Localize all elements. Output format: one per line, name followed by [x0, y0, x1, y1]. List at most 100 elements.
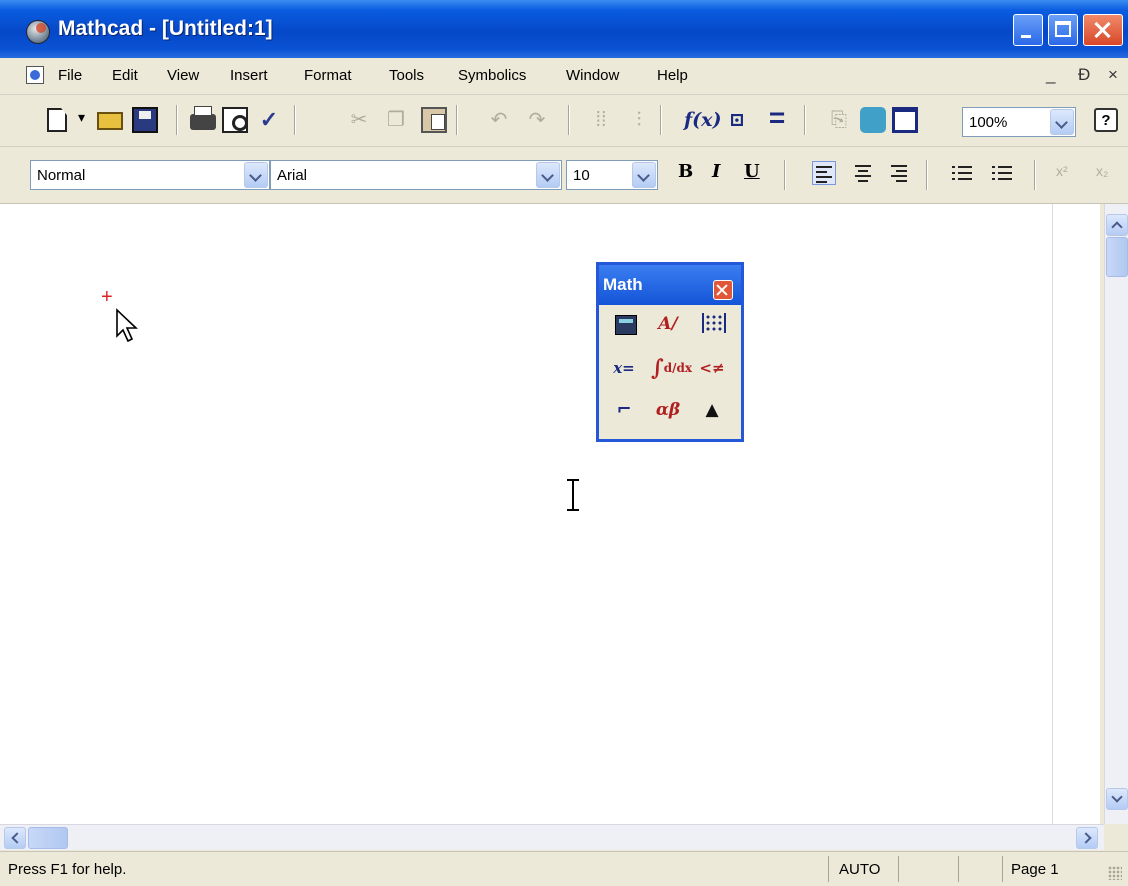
calculus-toolbar-icon[interactable]: ∫d/dx [651, 351, 692, 385]
menu-tools[interactable]: Tools [389, 67, 424, 84]
align-across-icon[interactable]: ⁞⁞ [588, 107, 614, 133]
mathcad-app-icon[interactable] [26, 20, 50, 44]
resize-grip-icon[interactable] [1108, 866, 1122, 880]
superscript-button[interactable]: x² [1056, 163, 1068, 179]
mathcad-window: Mathcad - [Untitled:1] File Edit View In… [0, 0, 1128, 886]
doc-restore-button[interactable]: Ɖ [1078, 65, 1090, 85]
math-palette-close-button[interactable] [713, 280, 733, 300]
matrix-toolbar-icon[interactable] [695, 307, 729, 341]
font-value: Arial [277, 167, 308, 184]
text-ibeam-cursor-icon [567, 479, 579, 511]
align-left-icon[interactable] [812, 161, 836, 185]
align-down-icon[interactable]: ⫶ [626, 107, 652, 133]
font-select[interactable]: Arial [270, 160, 562, 190]
chevron-down-icon[interactable] [632, 162, 656, 188]
chevron-down-icon[interactable] [244, 162, 268, 188]
doc-close-button[interactable]: × [1108, 65, 1118, 85]
insert-function-icon[interactable]: f(x) [684, 107, 721, 133]
minimize-button[interactable] [1013, 14, 1043, 46]
undo-icon[interactable]: ↶ [486, 107, 512, 133]
doc-minimize-button[interactable]: _ [1046, 65, 1055, 85]
math-palette-title: Math [603, 275, 643, 294]
open-folder-icon[interactable] [97, 112, 123, 130]
window-toggle-icon[interactable] [892, 107, 918, 133]
evaluation-toolbar-icon[interactable]: x= [607, 351, 641, 385]
insert-unit-icon[interactable]: ⊡ [724, 107, 750, 133]
scroll-up-button[interactable] [1106, 214, 1128, 236]
align-right-icon[interactable] [888, 161, 912, 185]
print-preview-icon[interactable] [222, 107, 248, 133]
scroll-right-button[interactable] [1076, 827, 1098, 849]
toolbar-separator [568, 105, 570, 135]
insertion-crosshair-icon: + [101, 286, 113, 308]
math-palette[interactable]: Math A/ x= ∫d/dx <≠ ⌐ αβ ▲ [596, 262, 744, 442]
menu-file[interactable]: File [58, 67, 82, 84]
greek-toolbar-icon[interactable]: αβ [651, 393, 685, 427]
toolbar-separator [804, 105, 806, 135]
math-palette-titlebar[interactable]: Math [599, 265, 741, 305]
print-icon[interactable] [190, 106, 216, 130]
status-calc-mode[interactable]: AUTO [839, 861, 880, 878]
toolbar-separator [456, 105, 458, 135]
menu-insert[interactable]: Insert [230, 67, 268, 84]
numbered-list-icon[interactable] [990, 161, 1014, 185]
font-size-select[interactable]: 10 [566, 160, 658, 190]
boolean-toolbar-icon[interactable]: <≠ [695, 351, 729, 385]
document-icon[interactable] [26, 66, 44, 84]
new-dropdown-icon[interactable]: ▾ [78, 109, 85, 126]
help-button[interactable]: ? [1094, 108, 1118, 132]
worksheet-canvas[interactable] [0, 204, 1100, 824]
page-right-margin-line [1052, 204, 1053, 824]
menu-format[interactable]: Format [304, 67, 352, 84]
vertical-scrollbar[interactable] [1104, 204, 1128, 824]
menu-view[interactable]: View [167, 67, 199, 84]
graph-toolbar-icon[interactable]: A/ [651, 307, 685, 341]
copy-icon[interactable]: ❐ [383, 107, 409, 133]
underline-button[interactable]: U [744, 161, 760, 182]
programming-toolbar-icon[interactable]: ⌐ [607, 393, 641, 427]
insert-component-icon[interactable]: ⎘ [826, 107, 852, 133]
horizontal-scroll-thumb[interactable] [28, 827, 68, 849]
italic-button[interactable]: I [712, 161, 720, 182]
scrollbar-corner [1104, 824, 1128, 850]
status-help-text: Press F1 for help. [8, 861, 127, 878]
menu-window[interactable]: Window [566, 67, 619, 84]
paste-icon[interactable] [421, 107, 447, 133]
new-document-icon[interactable] [47, 108, 67, 132]
zoom-value: 100% [969, 114, 1008, 131]
menu-edit[interactable]: Edit [112, 67, 138, 84]
chevron-down-icon[interactable] [536, 162, 560, 188]
formatting-toolbar: Normal Arial 10 B I U x² x₂ [0, 147, 1128, 204]
vertical-scroll-thumb[interactable] [1106, 237, 1128, 277]
bold-button[interactable]: B [678, 161, 693, 182]
maximize-button[interactable] [1048, 14, 1078, 46]
style-value: Normal [37, 167, 86, 184]
style-select[interactable]: Normal [30, 160, 270, 190]
scroll-down-button[interactable] [1106, 788, 1128, 810]
chevron-down-icon[interactable] [1050, 109, 1074, 135]
spell-check-icon[interactable]: ✓ [256, 107, 282, 133]
horizontal-scrollbar[interactable] [0, 824, 1104, 850]
calculate-icon[interactable]: = [764, 104, 790, 133]
resource-center-icon[interactable] [860, 107, 886, 133]
subscript-button[interactable]: x₂ [1096, 163, 1108, 179]
toolbar-separator [926, 160, 928, 190]
bullet-list-icon[interactable] [950, 161, 974, 185]
calculator-toolbar-icon[interactable] [607, 307, 641, 341]
scroll-left-button[interactable] [4, 827, 26, 849]
redo-icon[interactable]: ↷ [524, 107, 550, 133]
toolbar-separator [176, 105, 178, 135]
zoom-select[interactable]: 100% [962, 107, 1076, 137]
symbolic-toolbar-icon[interactable]: ▲ [695, 393, 729, 427]
menu-symbolics[interactable]: Symbolics [458, 67, 526, 84]
close-button[interactable] [1083, 14, 1123, 46]
font-size-value: 10 [573, 167, 590, 184]
menu-help[interactable]: Help [657, 67, 688, 84]
save-disk-icon[interactable] [132, 107, 158, 133]
toolbar-separator [294, 105, 296, 135]
toolbar-separator [784, 160, 786, 190]
align-center-icon[interactable] [852, 161, 876, 185]
title-bar[interactable]: Mathcad - [Untitled:1] [0, 0, 1128, 58]
status-divider [898, 856, 899, 882]
cut-icon[interactable]: ✂ [346, 107, 372, 133]
